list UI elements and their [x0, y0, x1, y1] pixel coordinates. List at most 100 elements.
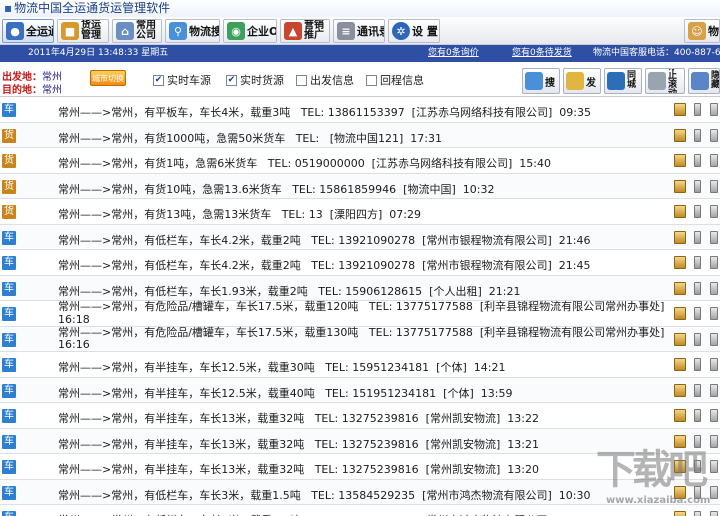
departure-info-checkbox[interactable]: 出发信息 — [296, 72, 354, 88]
phone-icon[interactable] — [694, 128, 701, 142]
contact-card-icon[interactable] — [674, 154, 686, 167]
vehicle-tag: 车 — [2, 409, 16, 423]
listing-row[interactable]: 车 常州——>常州，有低栏车，车长4.2米，载重2吨 TEL: 139210902… — [0, 224, 720, 250]
toolbar-btn-contacts[interactable]: ≡ 通讯录 — [333, 19, 385, 43]
phone-icon[interactable] — [694, 230, 701, 244]
vehicle-tag: 车 — [2, 103, 16, 117]
same-city-button[interactable]: 同城 — [604, 68, 642, 94]
vehicle-tag: 车 — [2, 358, 16, 372]
phone-icon[interactable] — [694, 256, 701, 269]
listing-row[interactable]: 货 常州——>常州，有货1000吨，急需50米货车 TEL: [物流中国121] … — [0, 122, 720, 148]
toolbar-label: 物 — [708, 25, 719, 38]
phone-icon[interactable] — [694, 332, 701, 346]
settings-icon: ✲ — [392, 22, 410, 40]
listing-text: 常州——>常州，有低栏车，车长3米，载重1.5吨 TEL: 1358452923… — [58, 512, 590, 516]
publish-button[interactable]: 发 — [563, 68, 601, 94]
search-button[interactable]: 搜 — [522, 68, 560, 94]
detail-icon[interactable] — [710, 128, 718, 142]
cargo-tag: 货 — [2, 205, 16, 219]
quotes-link[interactable]: 您有0条询价 — [428, 45, 479, 62]
listing-row[interactable]: 车 常州——>常州，有危险品/槽罐车，车长17.5米，载重120吨 TEL: 13… — [0, 300, 720, 327]
listing-row[interactable]: 车 常州——>常州，有半挂车，车长12.5米，载重30吨 TEL: 1595123… — [0, 352, 720, 378]
listing-row[interactable]: 车 常州——>常州，有低栏车，车长1.93米，载重2吨 TEL: 15906128… — [0, 275, 720, 301]
detail-icon[interactable] — [710, 256, 718, 269]
listing-row[interactable]: 车 常州——>常州，有半挂车，车长13米，载重32吨 TEL: 132752398… — [0, 403, 720, 429]
phone-icon[interactable] — [694, 383, 701, 397]
listing-row[interactable]: 货 常州——>常州，有货1吨，急需6米货车 TEL: 0519000000 [江苏… — [0, 148, 720, 174]
checkbox-box[interactable]: ✔ — [226, 74, 237, 86]
realtime-cargo-checkbox[interactable]: ✔ 实时货源 — [226, 72, 284, 88]
contact-card-icon[interactable] — [674, 358, 686, 371]
listing-text: 常州——>常州，有半挂车，车长12.5米，载重30吨 TEL: 15951234… — [58, 361, 506, 374]
phone-icon[interactable] — [694, 154, 701, 167]
phone-icon[interactable] — [694, 409, 701, 422]
checkbox-box[interactable] — [296, 74, 307, 86]
phone-icon[interactable] — [694, 281, 701, 295]
return-info-checkbox[interactable]: 回程信息 — [366, 72, 424, 88]
house-icon: ⌂ — [116, 22, 134, 40]
toolbar-btn-enterprise-oa[interactable]: ◉ 企业OA — [223, 19, 277, 43]
toolbar-btn-logistics-search[interactable]: ⚲ 物流搜 — [165, 19, 220, 43]
toolbar-btn-settings[interactable]: ✲ 设 置 — [388, 19, 440, 43]
contact-card-icon[interactable] — [674, 281, 686, 295]
realtime-vehicles-checkbox[interactable]: ✔ 实时车源 — [153, 72, 211, 88]
vehicle-tag: 车 — [2, 434, 16, 449]
detail-icon[interactable] — [710, 358, 718, 371]
phone-icon[interactable] — [694, 358, 701, 371]
contact-card-icon[interactable] — [674, 383, 686, 397]
detail-icon[interactable] — [710, 383, 718, 397]
action-label: 发 — [586, 77, 596, 89]
toolbar-btn-common-companies[interactable]: ⌂ 常用公司 — [112, 19, 162, 43]
toolbar-label: 企业OA — [247, 25, 276, 38]
contact-card-icon[interactable] — [674, 230, 686, 244]
listing-text: 常州——>常州，有半挂车，车长13米，载重32吨 TEL: 1327523981… — [58, 463, 539, 476]
contact-card-icon[interactable] — [674, 307, 686, 320]
listing-row[interactable]: 车 常州——>常州，有危险品/槽罐车，车长17.5米，载重130吨 TEL: 13… — [0, 325, 720, 352]
phone-icon[interactable] — [694, 205, 701, 218]
listing-text: 常州——>常州，有货1000吨，急需50米货车 TEL: [物流中国121] 1… — [58, 131, 442, 145]
checkbox-box[interactable] — [366, 74, 377, 86]
action-label: 搜 — [545, 77, 555, 89]
current-datetime: 2011年4月29日 13:48:33 星期五 — [28, 48, 169, 58]
detail-icon[interactable] — [710, 307, 718, 320]
detail-icon[interactable] — [710, 332, 718, 346]
phone-icon[interactable] — [694, 103, 701, 116]
pending-shipments-link[interactable]: 您有0条待发货 — [512, 45, 572, 62]
detail-icon[interactable] — [710, 103, 718, 116]
detail-icon[interactable] — [710, 409, 718, 422]
hide-button[interactable]: 隐藏 — [688, 68, 720, 94]
listing-row[interactable]: 车 常州——>常州，有半挂车，车长12.5米，载重40吨 TEL: 1519512… — [0, 377, 720, 403]
contact-card-icon[interactable] — [674, 409, 686, 422]
listing-row[interactable]: 车 常州——>常州，有低栏车，车长4.2米，载重2吨 TEL: 139210902… — [0, 250, 720, 276]
toolbar-btn-quanyuntong[interactable]: ● 全运通 — [2, 19, 54, 43]
checkbox-label: 回程信息 — [380, 74, 424, 87]
listing-text: 常州——>常州，有危险品/槽罐车，车长17.5米，载重130吨 TEL: 137… — [58, 325, 665, 351]
listing-row[interactable]: 货 常州——>常州，有货13吨，急需13米货车 TEL: 13 [溧阳四方] 07… — [0, 199, 720, 225]
phone-icon[interactable] — [694, 307, 701, 320]
toolbar-btn-marketing[interactable]: ▲ 营销推广 — [280, 19, 330, 43]
contact-card-icon[interactable] — [674, 332, 686, 346]
phone-icon[interactable] — [694, 179, 701, 193]
detail-icon[interactable] — [710, 281, 718, 295]
contact-card-icon[interactable] — [674, 205, 686, 218]
destination-location[interactable]: 目的地：常州 — [2, 81, 62, 96]
search-icon: ⚲ — [169, 22, 187, 40]
listing-row[interactable]: 货 常州——>常州，有货10吨，急需13.6米货车 TEL: 1586185994… — [0, 173, 720, 199]
listing-row[interactable]: 车 常州——>常州，有平板车，车长4米，载重3吨 TEL: 13861153397… — [0, 97, 720, 123]
toolbar-btn-profile[interactable]: ☺ 物 — [684, 19, 720, 43]
detail-icon[interactable] — [710, 205, 718, 218]
detail-icon[interactable] — [710, 179, 718, 193]
filter-bar: 出发地：常州 目的地：常州 城市切换 ✔ 实时车源 ✔ 实时货源 出发信息 回程… — [0, 62, 720, 97]
app-icon: ▪ — [4, 1, 13, 15]
contact-card-icon[interactable] — [674, 256, 686, 269]
toolbar-btn-freight[interactable]: ■ 货运管理 — [57, 19, 109, 43]
contact-card-icon[interactable] — [674, 103, 686, 116]
checkbox-box[interactable]: ✔ — [153, 74, 164, 86]
city-switch-button[interactable]: 城市切换 — [90, 70, 126, 86]
stop-scroll-button[interactable]: 停止滚动 — [645, 68, 685, 94]
detail-icon[interactable] — [710, 230, 718, 244]
detail-icon[interactable] — [710, 154, 718, 167]
contact-card-icon[interactable] — [674, 128, 686, 142]
contact-card-icon[interactable] — [674, 179, 686, 193]
pause-icon — [648, 72, 666, 90]
